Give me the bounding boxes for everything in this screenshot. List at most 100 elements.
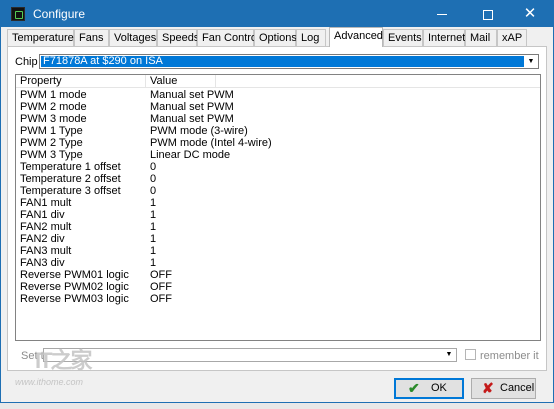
ok-button-label: OK bbox=[431, 382, 447, 394]
list-row[interactable]: FAN3 div 1 bbox=[16, 257, 540, 269]
row-property: FAN3 mult bbox=[20, 245, 72, 257]
ok-button[interactable]: ✔ OK bbox=[394, 378, 464, 399]
column-header-value[interactable]: Value bbox=[146, 75, 216, 88]
tab-internet[interactable]: Internet bbox=[423, 29, 465, 46]
tab-speeds[interactable]: Speeds bbox=[157, 29, 199, 46]
maximize-icon bbox=[483, 9, 493, 20]
row-value: 1 bbox=[150, 233, 157, 245]
list-row[interactable]: PWM 1 mode Manual set PWM bbox=[16, 89, 540, 101]
row-value: 1 bbox=[150, 245, 157, 257]
app-icon bbox=[11, 7, 25, 21]
remember-it-checkbox[interactable] bbox=[465, 349, 476, 360]
tab-voltages[interactable]: Voltages bbox=[109, 29, 157, 46]
row-value: OFF bbox=[150, 281, 172, 293]
tab-temperatures[interactable]: Temperatures bbox=[7, 29, 79, 46]
list-row[interactable]: Reverse PWM01 logic OFF bbox=[16, 269, 540, 281]
list-rows: PWM 1 mode Manual set PWM PWM 2 mode Manual… bbox=[16, 89, 540, 305]
row-value: 1 bbox=[150, 257, 157, 269]
tab-xap[interactable]: xAP bbox=[497, 29, 527, 46]
close-button[interactable]: ✕ bbox=[507, 1, 553, 27]
list-row[interactable]: FAN2 div 1 bbox=[16, 233, 540, 245]
row-value: OFF bbox=[150, 293, 172, 305]
tab-events[interactable]: Events bbox=[383, 29, 423, 46]
row-property: PWM 1 Type bbox=[20, 125, 83, 137]
title-bar[interactable]: Configure ✕ bbox=[1, 1, 553, 27]
tab-options[interactable]: Options bbox=[254, 29, 297, 46]
row-value: 1 bbox=[150, 209, 157, 221]
row-property: PWM 3 mode bbox=[20, 113, 87, 125]
row-property: Reverse PWM02 logic bbox=[20, 281, 129, 293]
checkmark-icon: ✔ bbox=[408, 380, 420, 396]
row-value: 0 bbox=[150, 173, 157, 185]
row-property: FAN1 mult bbox=[20, 197, 72, 209]
row-property: FAN2 mult bbox=[20, 221, 72, 233]
list-row[interactable]: Reverse PWM03 logic OFF bbox=[16, 293, 540, 305]
list-row[interactable]: Temperature 2 offset 0 bbox=[16, 173, 540, 185]
tab-strip: Temperatures Fans Voltages Speeds Fan Co… bbox=[7, 27, 547, 47]
list-row[interactable]: Reverse PWM02 logic OFF bbox=[16, 281, 540, 293]
maximize-button[interactable] bbox=[465, 1, 511, 27]
row-value: PWM mode (3-wire) bbox=[150, 125, 248, 137]
row-value: 1 bbox=[150, 197, 157, 209]
chip-label: Chip bbox=[15, 56, 38, 68]
list-row[interactable]: Temperature 1 offset 0 bbox=[16, 161, 540, 173]
property-list[interactable]: Property Value PWM 1 mode Manual set PWM P… bbox=[15, 74, 541, 341]
remember-it-label: remember it bbox=[480, 350, 539, 362]
row-property: FAN3 div bbox=[20, 257, 65, 269]
row-property: FAN2 div bbox=[20, 233, 65, 245]
chevron-down-icon[interactable]: ▼ bbox=[443, 349, 455, 360]
minimize-button[interactable] bbox=[419, 1, 465, 27]
cancel-button-label: Cancel bbox=[500, 382, 535, 394]
row-value: Manual set PWM bbox=[150, 113, 234, 125]
list-row[interactable]: PWM 1 Type PWM mode (3-wire) bbox=[16, 125, 540, 137]
row-value: OFF bbox=[150, 269, 172, 281]
watermark-logo-text: IT之家 bbox=[35, 348, 93, 373]
row-property: Temperature 1 offset bbox=[20, 161, 121, 173]
list-row[interactable]: FAN1 mult 1 bbox=[16, 197, 540, 209]
list-row[interactable]: FAN3 mult 1 bbox=[16, 245, 540, 257]
list-row[interactable]: FAN1 div 1 bbox=[16, 209, 540, 221]
row-property: Reverse PWM03 logic bbox=[20, 293, 129, 305]
tab-fan-control[interactable]: Fan Control bbox=[197, 29, 259, 46]
x-icon: ✘ bbox=[482, 380, 494, 396]
row-property: PWM 3 Type bbox=[20, 149, 83, 161]
row-property: Reverse PWM01 logic bbox=[20, 269, 129, 281]
list-row[interactable]: FAN2 mult 1 bbox=[16, 221, 540, 233]
chip-selected-value: F71878A at $290 on ISA bbox=[41, 56, 524, 67]
list-row[interactable]: PWM 2 Type PWM mode (Intel 4-wire) bbox=[16, 137, 540, 149]
tab-advanced[interactable]: Advanced bbox=[329, 27, 383, 47]
list-row[interactable]: PWM 2 mode Manual set PWM bbox=[16, 101, 540, 113]
tab-fans[interactable]: Fans bbox=[74, 29, 109, 46]
minimize-icon bbox=[437, 14, 447, 16]
row-value: 0 bbox=[150, 185, 157, 197]
background-strip bbox=[0, 403, 554, 409]
window-title: Configure bbox=[33, 7, 86, 21]
row-value: Manual set PWM bbox=[150, 89, 234, 101]
row-property: PWM 2 Type bbox=[20, 137, 83, 149]
row-property: PWM 2 mode bbox=[20, 101, 87, 113]
watermark-url: www.ithome.com bbox=[15, 377, 84, 387]
cancel-button[interactable]: ✘ Cancel bbox=[471, 378, 536, 399]
row-value: 0 bbox=[150, 161, 157, 173]
row-value: PWM mode (Intel 4-wire) bbox=[150, 137, 272, 149]
chip-dropdown[interactable]: F71878A at $290 on ISA ▼ bbox=[39, 54, 539, 69]
row-property: FAN1 div bbox=[20, 209, 65, 221]
list-row[interactable]: PWM 3 mode Manual set PWM bbox=[16, 113, 540, 125]
row-property: Temperature 2 offset bbox=[20, 173, 121, 185]
watermark-logo: IT之家 bbox=[35, 343, 105, 373]
list-row[interactable]: PWM 3 Type Linear DC mode bbox=[16, 149, 540, 161]
row-property: Temperature 3 offset bbox=[20, 185, 121, 197]
row-value: 1 bbox=[150, 221, 157, 233]
row-property: PWM 1 mode bbox=[20, 89, 87, 101]
tab-log[interactable]: Log bbox=[296, 29, 326, 46]
configure-window: Configure ✕ Temperatures Fans Voltages S… bbox=[0, 0, 554, 403]
tab-mail[interactable]: Mail bbox=[465, 29, 497, 46]
set-to-dropdown[interactable]: ▼ bbox=[43, 348, 457, 362]
list-header: Property Value bbox=[16, 75, 540, 88]
list-row[interactable]: Temperature 3 offset 0 bbox=[16, 185, 540, 197]
chevron-down-icon[interactable]: ▼ bbox=[525, 56, 537, 67]
column-header-property[interactable]: Property bbox=[16, 75, 146, 88]
row-value: Linear DC mode bbox=[150, 149, 231, 161]
row-value: Manual set PWM bbox=[150, 101, 234, 113]
close-icon: ✕ bbox=[523, 5, 537, 22]
